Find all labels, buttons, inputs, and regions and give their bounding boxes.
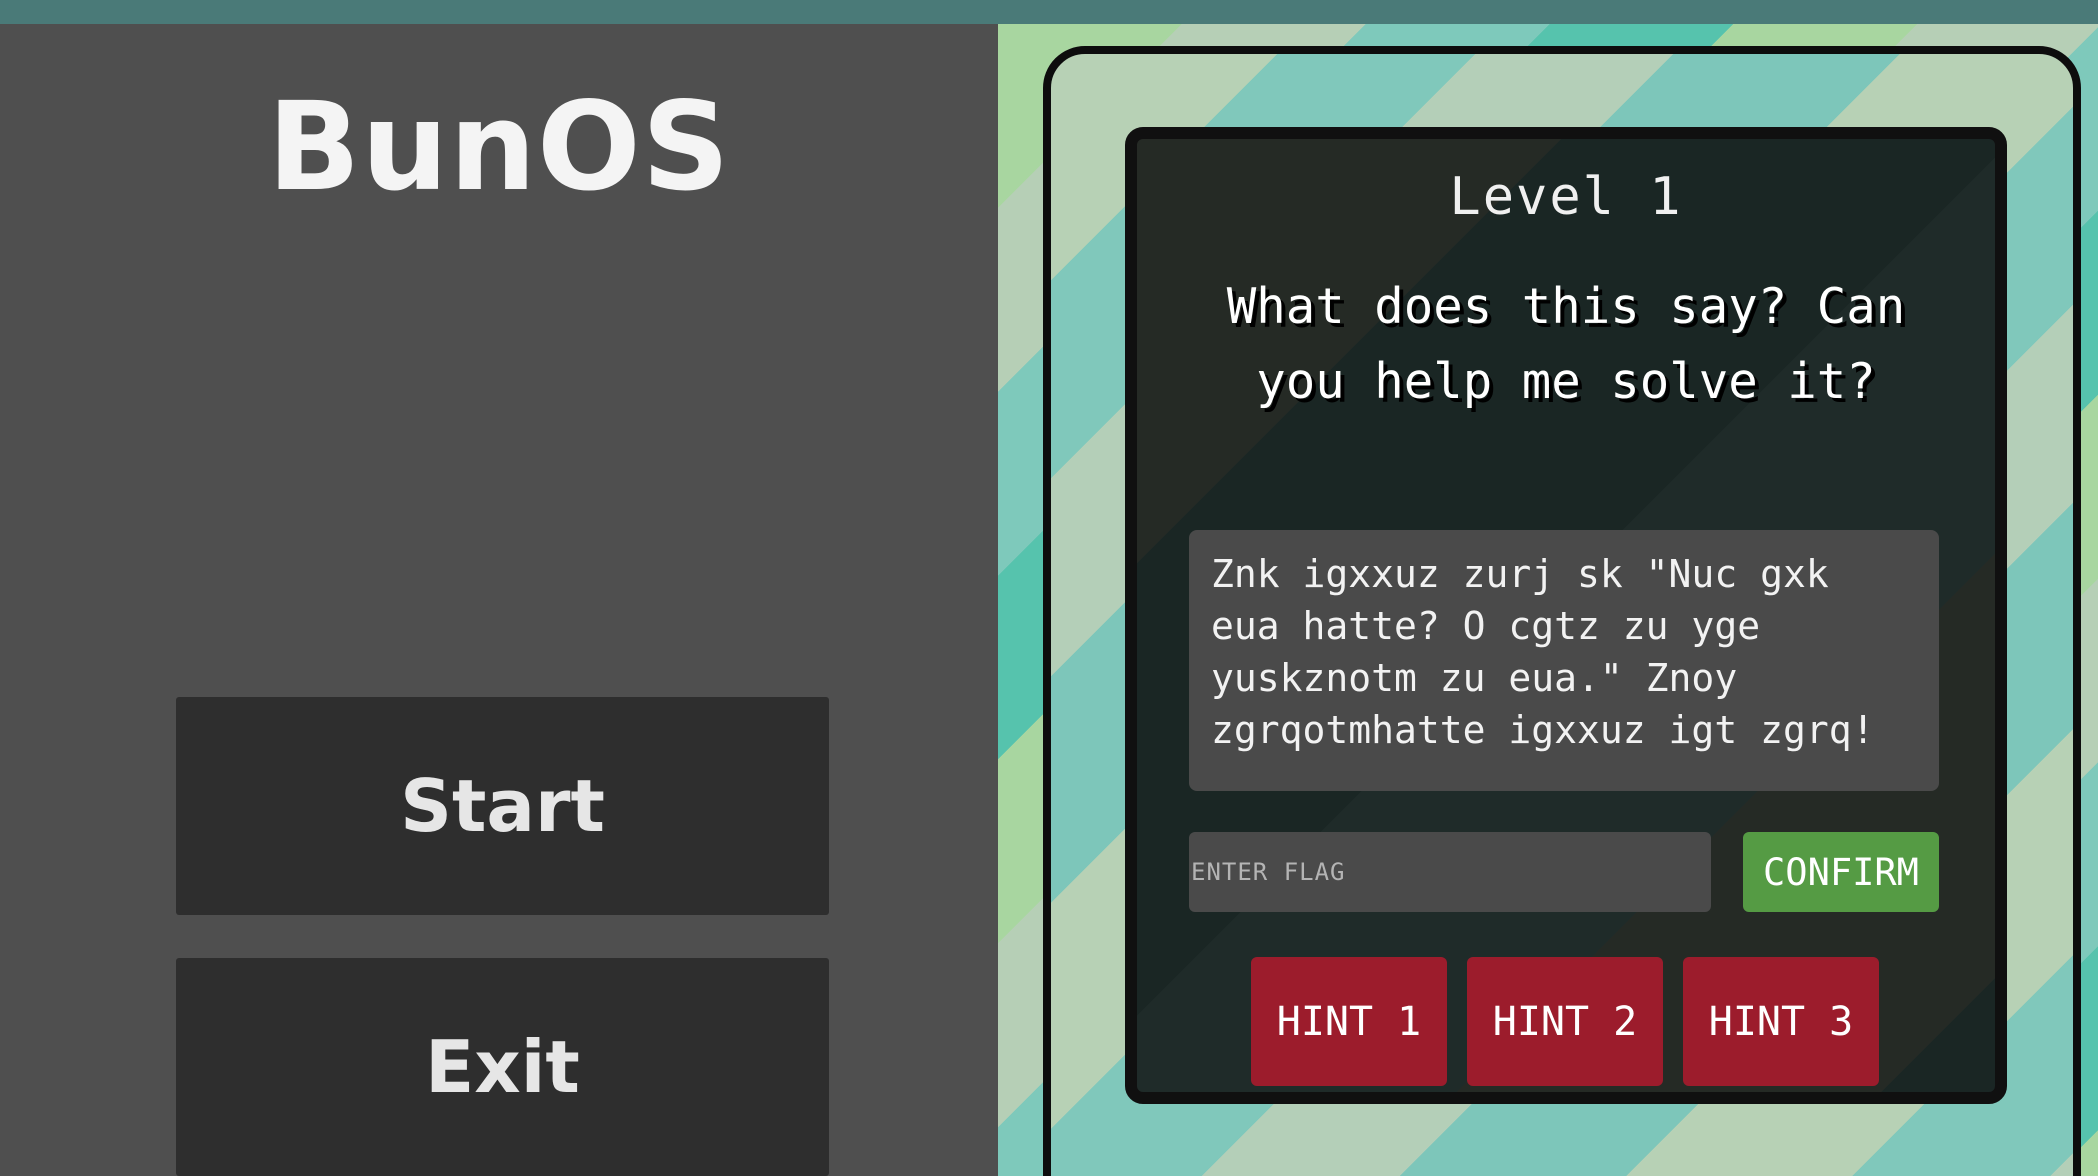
ciphertext-box: Znk igxxuz zurj sk "Nuc gxk eua hatte? O… bbox=[1189, 530, 1939, 791]
hint-1-button[interactable]: HINT 1 bbox=[1251, 957, 1447, 1086]
start-button[interactable]: Start bbox=[176, 697, 829, 915]
top-bar bbox=[0, 0, 2098, 24]
confirm-button[interactable]: CONFIRM bbox=[1743, 832, 1939, 912]
exit-button[interactable]: Exit bbox=[176, 958, 829, 1176]
hint-2-button[interactable]: HINT 2 bbox=[1467, 957, 1663, 1086]
hint-3-button[interactable]: HINT 3 bbox=[1683, 957, 1879, 1086]
puzzle-screen: Level 1 What does this say? Can you help… bbox=[1125, 127, 2007, 1104]
level-title: Level 1 bbox=[1449, 167, 1683, 227]
puzzle-prompt: What does this say? Can you help me solv… bbox=[1226, 278, 1906, 410]
app-title: BunOS bbox=[267, 76, 731, 218]
flag-input[interactable] bbox=[1189, 832, 1711, 912]
